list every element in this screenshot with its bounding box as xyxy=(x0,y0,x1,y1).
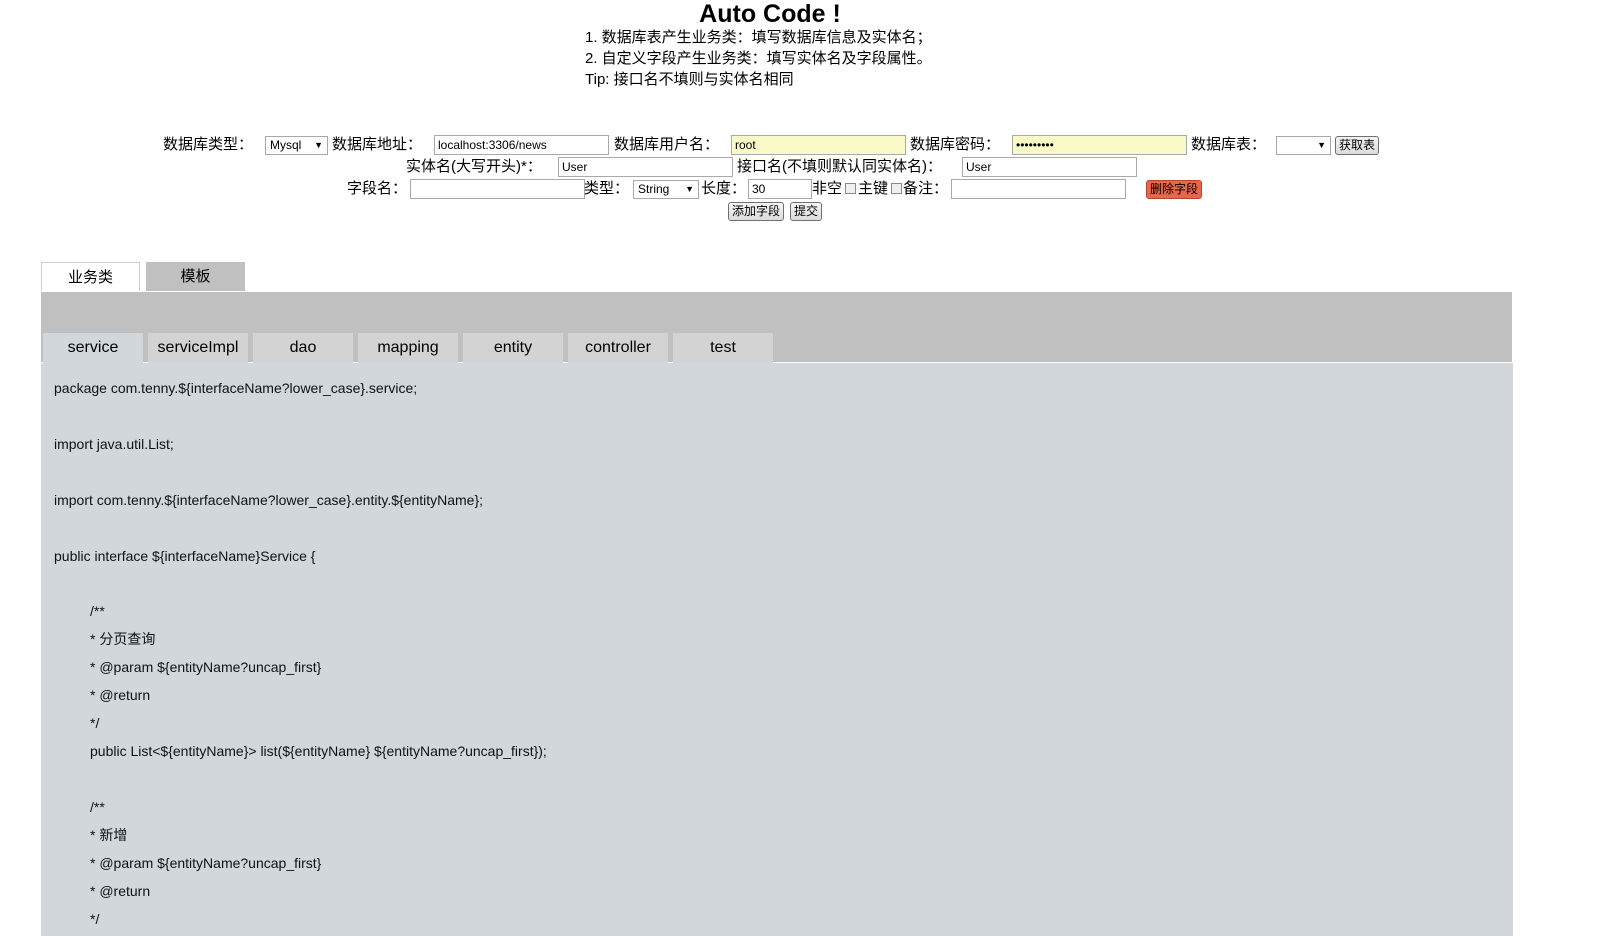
remark-label: 备注： xyxy=(903,180,949,197)
db-user-input[interactable] xyxy=(731,135,906,155)
entity-input[interactable] xyxy=(558,157,733,177)
field-name-label: 字段名： xyxy=(347,180,408,197)
add-field-button[interactable]: 添加字段 xyxy=(728,202,784,221)
code-line: package com.tenny.${interfaceName?lower_… xyxy=(54,380,418,396)
code-line: */ xyxy=(90,911,100,927)
intro-line-2: 2. 自定义字段产生业务类：填写实体名及字段属性。 xyxy=(585,50,932,67)
submit-button[interactable]: 提交 xyxy=(790,202,822,221)
type-value: String xyxy=(638,182,670,196)
db-type-value: Mysql xyxy=(270,138,302,152)
length-label: 长度： xyxy=(701,180,747,197)
primary-label: 主键 xyxy=(858,180,889,197)
delete-field-button[interactable]: 删除字段 xyxy=(1146,180,1202,199)
chevron-down-icon: ▼ xyxy=(314,140,323,150)
code-line: * @param ${entityName?uncap_first} xyxy=(90,659,322,675)
entity-label: 实体名(大写开头)*： xyxy=(406,158,542,175)
code-line: */ xyxy=(90,715,100,731)
code-line: * @param ${entityName?uncap_first} xyxy=(90,855,322,871)
page-title: Auto Code ! xyxy=(699,0,841,28)
code-line: import java.util.List; xyxy=(54,436,174,452)
field-name-input[interactable] xyxy=(410,179,585,199)
chevron-down-icon: ▼ xyxy=(685,184,694,194)
code-line: * 分页查询 xyxy=(90,631,156,647)
primary-checkbox[interactable] xyxy=(891,183,902,194)
db-user-label: 数据库用户名： xyxy=(614,136,720,153)
db-type-label: 数据库类型： xyxy=(163,136,254,153)
type-select[interactable]: String ▼ xyxy=(633,180,699,199)
length-input[interactable] xyxy=(748,179,812,199)
db-pwd-label: 数据库密码： xyxy=(910,136,1001,153)
db-addr-input[interactable] xyxy=(434,135,609,155)
code-line: public List<${entityName}> list(${entity… xyxy=(90,743,547,759)
tab-template[interactable]: 模板 xyxy=(146,262,245,291)
chevron-down-icon: ▼ xyxy=(1317,140,1326,150)
tab-business-class[interactable]: 业务类 xyxy=(41,262,140,291)
code-line: public interface ${interfaceName}Service… xyxy=(54,548,316,564)
notnull-label: 非空 xyxy=(812,180,843,197)
db-table-select[interactable]: ▼ xyxy=(1276,136,1331,155)
code-line: /** xyxy=(90,603,105,619)
tab-test[interactable]: test xyxy=(673,333,773,363)
tab-service[interactable]: service xyxy=(43,333,143,363)
interface-input[interactable] xyxy=(962,157,1137,177)
remark-input[interactable] xyxy=(951,179,1126,199)
tab-dao[interactable]: dao xyxy=(253,333,353,363)
tab-entity[interactable]: entity xyxy=(463,333,563,363)
code-line: * @return xyxy=(90,883,151,899)
db-addr-label: 数据库地址： xyxy=(332,136,423,153)
intro-line-1: 1. 数据库表产生业务类：填写数据库信息及实体名； xyxy=(585,29,932,46)
tab-controller[interactable]: controller xyxy=(568,333,668,363)
code-line: /** xyxy=(90,799,105,815)
notnull-checkbox[interactable] xyxy=(845,183,856,194)
tab-mapping[interactable]: mapping xyxy=(358,333,458,363)
tab-serviceimpl[interactable]: serviceImpl xyxy=(148,333,248,363)
intro-line-3: Tip: 接口名不填则与实体名相同 xyxy=(585,71,794,88)
db-table-label: 数据库表： xyxy=(1191,136,1267,153)
db-pwd-input[interactable] xyxy=(1012,135,1187,155)
code-editor[interactable]: package com.tenny.${interfaceName?lower_… xyxy=(41,363,1513,936)
code-line: * @return xyxy=(90,687,151,703)
code-line: * 新增 xyxy=(90,827,128,843)
get-table-button[interactable]: 获取表 xyxy=(1335,136,1379,155)
code-line: import com.tenny.${interfaceName?lower_c… xyxy=(54,492,484,508)
type-label: 类型： xyxy=(584,180,630,197)
interface-label: 接口名(不填则默认同实体名)： xyxy=(737,158,942,175)
db-type-select[interactable]: Mysql ▼ xyxy=(265,136,328,155)
